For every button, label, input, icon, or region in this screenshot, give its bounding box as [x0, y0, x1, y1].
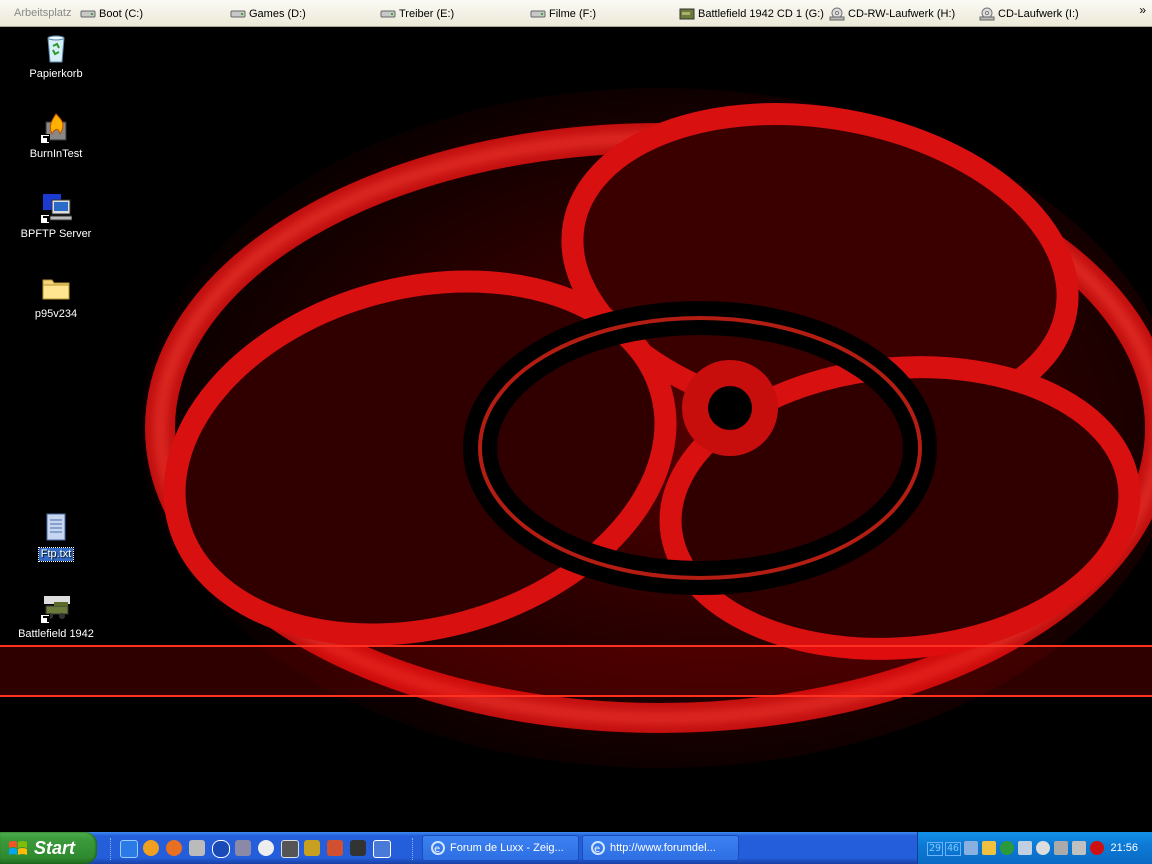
tray-shield-icon[interactable] [1090, 841, 1104, 855]
start-label: Start [34, 837, 76, 858]
drive-battlefield-g[interactable]: Battlefield 1942 CD 1 (G:) [679, 5, 824, 22]
quicklaunch-network-icon[interactable] [235, 840, 251, 856]
cd-drive-icon [829, 7, 845, 20]
folder-icon [40, 272, 72, 304]
quicklaunch-cd-icon[interactable] [258, 840, 274, 856]
cd-drive-icon [979, 7, 995, 20]
wallpaper [0, 28, 1152, 832]
quicklaunch-ie-icon[interactable] [120, 840, 138, 858]
quicklaunch-monitor-icon[interactable] [373, 840, 391, 858]
hard-drive-icon [530, 10, 546, 17]
quicklaunch-firefox-icon[interactable] [166, 840, 182, 856]
desktop-icon-label: BurnInTest [29, 148, 83, 160]
quicklaunch-media-player-icon[interactable] [143, 840, 159, 856]
desktop-icon-recycle-bin[interactable]: Papierkorb [8, 32, 104, 81]
shortcut-arrow-icon [40, 214, 50, 224]
text-file-icon [40, 512, 72, 544]
svg-text:e: e [434, 844, 440, 855]
tray-app-icon[interactable] [982, 841, 996, 855]
shortcut-arrow-icon [40, 134, 50, 144]
quicklaunch-tool-icon[interactable] [189, 840, 205, 856]
hard-drive-icon [380, 10, 396, 17]
drive-label: CD-RW-Laufwerk (H:) [848, 7, 956, 20]
task-button-forum-de-luxx[interactable]: e Forum de Luxx - Zeig... [422, 835, 579, 861]
mouse-icon[interactable] [1036, 841, 1050, 855]
windows-logo-icon [9, 841, 27, 855]
internet-explorer-icon: e [431, 841, 445, 855]
network-connection-icon[interactable] [1018, 841, 1032, 855]
taskbar: Start e Forum de Luxx - Zeig... e http:/… [0, 832, 1152, 864]
desktop-icon-battlefield-1942[interactable]: Battlefield 1942 [8, 592, 104, 641]
recycle-bin-icon [40, 32, 72, 64]
drive-label: Boot (C:) [99, 7, 144, 20]
drive-filme-f[interactable]: Filme (F:) [530, 5, 596, 22]
speaker-icon[interactable] [1054, 841, 1068, 855]
desktop-icon-burnintest[interactable]: BurnInTest [8, 112, 104, 161]
taskbar-grip[interactable] [412, 838, 416, 860]
toolbar-title: Arbeitsplatz [14, 7, 72, 19]
task-label: Forum de Luxx - Zeig... [450, 842, 564, 854]
tray-utility-icon[interactable] [1072, 841, 1086, 855]
desktop-icon-label: Papierkorb [29, 68, 83, 80]
desktop-icon-bpftp-server[interactable]: BPFTP Server [8, 192, 104, 241]
cpu-meter-1[interactable]: 29 [927, 842, 944, 856]
desktop-icon-label: Battlefield 1942 [18, 628, 94, 640]
ftp-server-icon [40, 192, 73, 224]
svg-text:e: e [594, 844, 600, 855]
quicklaunch-grip[interactable] [110, 838, 114, 860]
shortcut-arrow-icon [40, 614, 50, 624]
desktop-icon-ftp-txt[interactable]: Ftp.txt [8, 512, 104, 562]
internet-explorer-icon: e [591, 841, 605, 855]
drive-label: Games (D:) [249, 7, 306, 20]
drive-label: Treiber (E:) [399, 7, 455, 20]
drive-label: Battlefield 1942 CD 1 (G:) [698, 7, 824, 20]
task-button-forumdeluxx-url[interactable]: e http://www.forumdel... [582, 835, 739, 861]
hard-drive-icon [80, 10, 96, 17]
hard-drive-icon [230, 10, 246, 17]
desktop-icon-label: BPFTP Server [20, 228, 92, 240]
quicklaunch-app-icon[interactable] [327, 840, 343, 856]
drive-cd-rw-h[interactable]: CD-RW-Laufwerk (H:) [829, 5, 955, 22]
system-tray: 29 46 21:56 [917, 832, 1152, 864]
toolbar-more-chevron[interactable]: » [1139, 3, 1146, 17]
drive-treiber-e[interactable]: Treiber (E:) [380, 5, 454, 22]
drive-label: CD-Laufwerk (I:) [998, 7, 1079, 20]
globe-icon[interactable] [1000, 841, 1014, 855]
cpu-meter-2[interactable]: 46 [945, 842, 962, 856]
clock[interactable]: 21:56 [1110, 842, 1138, 854]
drive-label: Filme (F:) [549, 7, 597, 20]
drive-cd-i[interactable]: CD-Laufwerk (I:) [979, 5, 1079, 22]
desktop-icon-label: p95v234 [34, 308, 78, 320]
quicklaunch-camera-icon[interactable] [281, 840, 299, 858]
network-icon[interactable] [964, 841, 978, 855]
task-label: http://www.forumdel... [610, 842, 716, 854]
desktop-icon-p95v234[interactable]: p95v234 [8, 272, 104, 321]
drive-games-d[interactable]: Games (D:) [230, 5, 306, 22]
quicklaunch-power-icon[interactable] [212, 840, 230, 858]
drive-boot-c[interactable]: Boot (C:) [80, 5, 143, 22]
game-cd-icon [679, 8, 695, 19]
battlefield-icon [40, 592, 72, 624]
start-button[interactable]: Start [0, 832, 97, 864]
desktop-icon-label: Ftp.txt [37, 547, 75, 562]
address-toolbar: Arbeitsplatz Boot (C:) Games (D:) Treibe… [0, 0, 1152, 27]
burnintest-icon [40, 112, 72, 144]
quicklaunch-cpu-icon[interactable] [304, 840, 320, 856]
quicklaunch-memory-icon[interactable] [350, 840, 366, 856]
